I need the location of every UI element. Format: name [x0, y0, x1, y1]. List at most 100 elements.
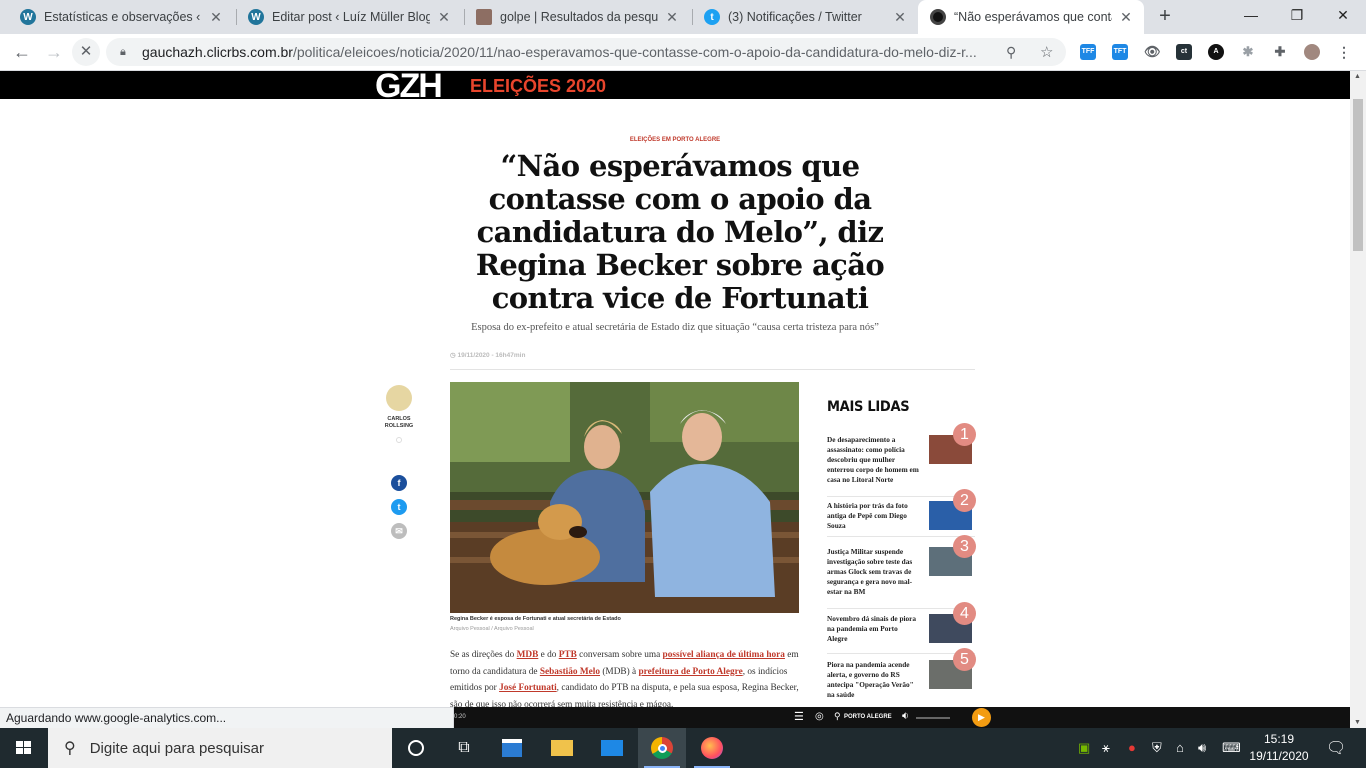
- most-read-headline[interactable]: Piora na pandemia acende alerta, e gover…: [827, 660, 919, 700]
- scroll-up-icon[interactable]: ▲: [1354, 73, 1361, 80]
- page-scrollbar[interactable]: ▲ ▼: [1350, 71, 1366, 728]
- location-pin-icon: ⚲: [834, 711, 841, 721]
- firefox-icon[interactable]: [688, 728, 736, 768]
- store-icon[interactable]: [488, 728, 536, 768]
- stop-loading-button[interactable]: ✕: [72, 38, 100, 66]
- volume-icon[interactable]: 🔉︎: [902, 710, 909, 723]
- gzh-logo[interactable]: GZH: [375, 71, 441, 99]
- most-read-headline[interactable]: A história por trás da foto antiga de Pe…: [827, 501, 919, 531]
- menu-kebab-icon[interactable]: ⋮: [1336, 44, 1352, 60]
- tft-extension-icon[interactable]: TFT: [1112, 44, 1128, 60]
- close-icon[interactable]: ✕: [208, 9, 224, 25]
- author-name[interactable]: CARLOS ROLLSING: [378, 416, 420, 430]
- tab-article[interactable]: “Não esperávamos que contas ✕: [918, 0, 1144, 34]
- forward-button[interactable]: →: [40, 38, 68, 66]
- author-avatar[interactable]: [386, 385, 412, 411]
- file-explorer-icon[interactable]: [538, 728, 586, 768]
- new-tab-button[interactable]: +: [1154, 6, 1176, 28]
- a-extension-icon[interactable]: A: [1208, 44, 1224, 60]
- most-read-item[interactable]: Novembro dá sinais de piora na pandemia …: [827, 602, 976, 654]
- taskbar-clock[interactable]: 15:19 19/11/2020: [1246, 731, 1312, 765]
- most-read-item[interactable]: Justiça Militar suspende investigação so…: [827, 535, 976, 609]
- twitter-icon: t: [704, 9, 720, 25]
- alliance-link[interactable]: possível aliança de última hora: [663, 650, 785, 660]
- address-bar[interactable]: 🔒︎ gauchazh.clicrbs.com.br/politica/elei…: [106, 38, 1066, 66]
- pin-extension-icon[interactable]: ✱: [1240, 44, 1256, 60]
- close-window-button[interactable]: ✕: [1320, 0, 1366, 30]
- article-kicker[interactable]: ELEIÇÕES EM PORTO ALEGRE: [0, 137, 1350, 143]
- notifications-icon[interactable]: 🗨︎: [1326, 738, 1346, 758]
- rank-badge: 2: [953, 489, 976, 512]
- mdb-link[interactable]: MDB: [517, 650, 539, 660]
- photo-illustration: [450, 382, 799, 613]
- tab-title: Estatísticas e observações ‹ Luí: [44, 10, 202, 24]
- nvidia-icon[interactable]: ▣: [1078, 740, 1090, 756]
- tab-twitter[interactable]: t (3) Notificações / Twitter ✕: [692, 0, 918, 34]
- tab-search-results[interactable]: golpe | Resultados da pesquisa ✕: [464, 0, 690, 34]
- most-read-headline[interactable]: De desaparecimento a assassinato: como p…: [827, 435, 919, 485]
- chrome-taskbar-icon[interactable]: [638, 728, 686, 768]
- most-read-headline[interactable]: Justiça Militar suspende investigação so…: [827, 547, 919, 597]
- jose-fortunati-link[interactable]: José Fortunati: [499, 683, 557, 693]
- beats-icon[interactable]: ●: [1128, 740, 1136, 755]
- restore-button[interactable]: ❐: [1274, 0, 1320, 30]
- task-view-icon[interactable]: ⧉: [440, 728, 488, 768]
- close-icon[interactable]: ✕: [1118, 9, 1134, 25]
- rank-badge: 1: [953, 423, 976, 446]
- minimize-button[interactable]: —: [1228, 0, 1274, 30]
- ptb-link[interactable]: PTB: [559, 650, 577, 660]
- tab-title: “Não esperávamos que contas: [954, 10, 1112, 24]
- tab-edit-post[interactable]: W Editar post ‹ Luíz Müller Blog — ✕: [236, 0, 462, 34]
- body-text: e do: [538, 650, 559, 660]
- scrollbar-thumb[interactable]: [1353, 99, 1363, 251]
- list-icon[interactable]: ☰: [794, 710, 804, 723]
- tab-title: golpe | Resultados da pesquisa: [500, 10, 658, 24]
- most-read-item[interactable]: A história por trás da foto antiga de Pe…: [827, 489, 976, 537]
- eye-extension-icon[interactable]: 👁︎: [1144, 44, 1161, 60]
- back-button[interactable]: ←: [8, 38, 36, 66]
- volume-slider[interactable]: [916, 717, 950, 719]
- start-button[interactable]: [0, 728, 48, 768]
- tff-extension-icon[interactable]: TFF: [1080, 44, 1096, 60]
- network-icon[interactable]: ⌂: [1176, 740, 1184, 755]
- tab-statistics[interactable]: W Estatísticas e observações ‹ Luí ✕: [8, 0, 234, 34]
- most-read-headline[interactable]: Novembro dá sinais de piora na pandemia …: [827, 614, 919, 644]
- extensions-puzzle-icon[interactable]: ✚: [1272, 44, 1288, 60]
- cortana-icon[interactable]: [392, 728, 440, 768]
- zoom-icon[interactable]: ⚲: [1006, 44, 1016, 61]
- most-read-item[interactable]: Piora na pandemia acende alerta, e gover…: [827, 648, 976, 707]
- article-dateline: ◷ 19/11/2020 - 16h47min: [450, 351, 525, 359]
- volume-tray-icon[interactable]: 🔊︎: [1198, 740, 1206, 756]
- prefeitura-link[interactable]: prefeitura de Porto Alegre: [639, 667, 743, 677]
- player-location[interactable]: PORTO ALEGRE: [844, 714, 892, 720]
- scroll-down-icon[interactable]: ▼: [1354, 719, 1361, 726]
- section-title[interactable]: ELEIÇÕES 2020: [470, 76, 606, 97]
- bookmark-star-icon[interactable]: ☆: [1040, 43, 1053, 61]
- mail-icon[interactable]: [588, 728, 636, 768]
- windows-taskbar: ⚲ Digite aqui para pesquisar ⧉ ▣ ⚹ ● ⛨ ⌂…: [0, 728, 1366, 768]
- author-follow-icon[interactable]: [396, 437, 402, 443]
- clock-time: 15:19: [1263, 732, 1295, 746]
- sebastiao-melo-link[interactable]: Sebastião Melo: [540, 667, 600, 677]
- close-icon[interactable]: ✕: [664, 9, 680, 25]
- body-text: Se as direções do: [450, 650, 517, 660]
- close-icon[interactable]: ✕: [892, 9, 908, 25]
- whatsapp-icon[interactable]: ◎: [815, 711, 824, 722]
- taskbar-search-box[interactable]: ⚲ Digite aqui para pesquisar: [48, 728, 392, 768]
- security-icon[interactable]: ⛨: [1152, 740, 1162, 756]
- twitter-share-icon[interactable]: t: [391, 499, 407, 515]
- close-icon[interactable]: ✕: [436, 9, 452, 25]
- email-share-icon[interactable]: ✉: [391, 523, 407, 539]
- body-text: conversam sobre uma: [576, 650, 663, 660]
- facebook-share-icon[interactable]: f: [391, 475, 407, 491]
- avatar-icon: [476, 9, 492, 25]
- language-icon[interactable]: ⌨: [1222, 740, 1241, 756]
- browser-toolbar: ← → ✕ 🔒︎ gauchazh.clicrbs.com.br/politic…: [0, 34, 1366, 71]
- rank-badge: 4: [953, 602, 976, 625]
- body-text: (MDB) à: [600, 666, 639, 677]
- most-read-item[interactable]: De desaparecimento a assassinato: como p…: [827, 423, 976, 497]
- profile-avatar[interactable]: [1304, 44, 1320, 60]
- bluetooth-icon[interactable]: ⚹: [1102, 740, 1110, 756]
- play-button[interactable]: ▶: [972, 708, 991, 727]
- ct-extension-icon[interactable]: ct: [1176, 44, 1192, 60]
